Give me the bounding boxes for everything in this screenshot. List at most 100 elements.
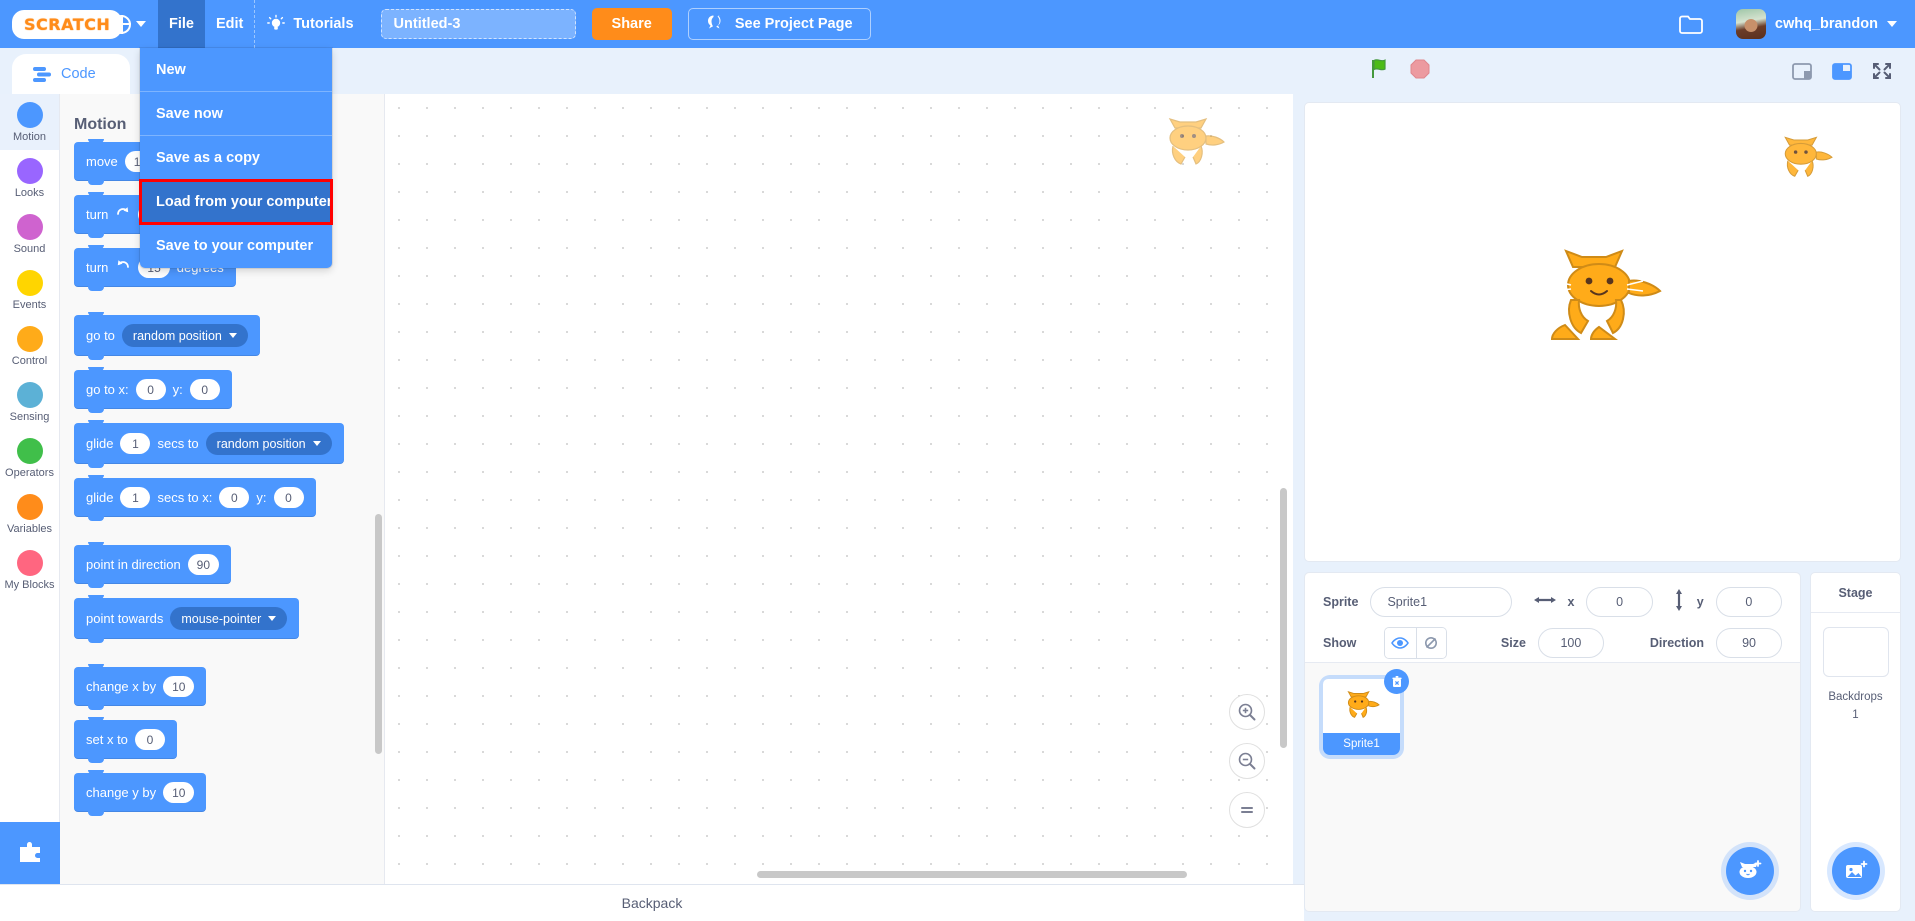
file-menu-item-save-as-copy[interactable]: Save as a copy: [140, 136, 332, 180]
sprite-y-input[interactable]: 0: [1715, 587, 1783, 617]
sprite-direction-input[interactable]: 90: [1716, 628, 1782, 658]
workspace-vertical-scrollbar[interactable]: [1280, 488, 1287, 748]
sidebar-item-events[interactable]: Events: [0, 262, 59, 318]
sidebar-item-motion[interactable]: Motion: [0, 94, 59, 150]
block-text: secs to: [157, 436, 199, 451]
show-sprite-button[interactable]: [1385, 628, 1416, 658]
block-dropdown-target[interactable]: mouse-pointer: [170, 607, 288, 630]
zoom-reset-button[interactable]: [1229, 792, 1265, 828]
share-button[interactable]: Share: [591, 8, 672, 40]
block-text: y:: [256, 490, 267, 505]
turn-right-icon: [115, 205, 131, 224]
code-workspace[interactable]: [385, 94, 1293, 884]
small-stage-button[interactable]: [1785, 56, 1819, 86]
menu-edit[interactable]: Edit: [205, 0, 254, 48]
menu-tutorials[interactable]: Tutorials: [254, 0, 364, 48]
block-text: turn: [86, 260, 109, 275]
block-input-x[interactable]: 0: [134, 729, 165, 750]
stage-corner-cat-icon: [1774, 131, 1838, 187]
account-menu[interactable]: cwhq_brandon: [1722, 0, 1915, 48]
green-flag-button[interactable]: [1368, 56, 1394, 87]
see-project-page-button[interactable]: See Project Page: [687, 8, 871, 40]
block-dropdown-target[interactable]: random position: [205, 432, 332, 455]
delete-sprite-button[interactable]: [1384, 669, 1409, 694]
sidebar-item-looks[interactable]: Looks: [0, 150, 59, 206]
category-color-dot: [16, 437, 43, 464]
sidebar-item-control[interactable]: Control: [0, 318, 59, 374]
eye-slash-icon: [1425, 637, 1438, 649]
block-change-x-by[interactable]: change x by 10: [74, 664, 207, 710]
block-input-y[interactable]: 0: [189, 379, 220, 400]
category-color-dot: [16, 157, 43, 184]
category-label: Motion: [12, 130, 47, 143]
stage-sprite-scratch-cat[interactable]: [1547, 241, 1665, 356]
tab-code[interactable]: Code: [12, 54, 130, 94]
file-menu-item-save-to-computer[interactable]: Save to your computer: [140, 224, 332, 268]
file-menu-item-label: Save as a copy: [156, 149, 260, 166]
sidebar-item-operators[interactable]: Operators: [0, 430, 59, 486]
sprite-x-input[interactable]: 0: [1586, 587, 1653, 617]
sprite-name-input[interactable]: Sprite1: [1370, 587, 1512, 617]
stage[interactable]: [1304, 102, 1901, 562]
block-input-secs[interactable]: 1: [120, 433, 151, 454]
stop-sign-icon: [1410, 59, 1430, 78]
block-go-to-xy[interactable]: go to x: 0 y: 0: [74, 367, 232, 413]
green-flag-icon: [1372, 58, 1386, 78]
large-stage-button[interactable]: [1825, 56, 1859, 86]
block-glide-to[interactable]: glide 1 secs to random position: [74, 420, 344, 468]
file-menu-item-load-from-computer[interactable]: Load from your computer: [139, 179, 333, 225]
sidebar-item-sensing[interactable]: Sensing: [0, 374, 59, 430]
zoom-out-button[interactable]: [1229, 743, 1265, 779]
backpack-label: Backpack: [621, 895, 683, 911]
block-input-direction[interactable]: 90: [187, 554, 220, 575]
block-input-x[interactable]: 0: [135, 379, 166, 400]
block-input-x[interactable]: 0: [219, 487, 250, 508]
sidebar-item-my-blocks[interactable]: My Blocks: [0, 542, 59, 598]
menu-bar: SCRATCH File Edit Tutorials Untitled-3 S…: [0, 0, 1915, 48]
block-set-x-to[interactable]: set x to 0: [74, 717, 177, 763]
folder-icon: [1678, 14, 1704, 35]
block-glide-to-xy[interactable]: glide 1 secs to x: 0 y: 0: [74, 475, 316, 521]
sprite-size-input[interactable]: 100: [1537, 628, 1604, 658]
lightbulb-icon: [266, 14, 286, 34]
sidebar-item-variables[interactable]: Variables: [0, 486, 59, 542]
zoom-in-button[interactable]: [1229, 694, 1265, 730]
category-color-dot: [16, 493, 43, 520]
trash-icon: [1391, 675, 1402, 687]
add-sprite-icon: [1739, 860, 1762, 878]
block-point-towards[interactable]: point towards mouse-pointer: [74, 595, 300, 643]
palette-scrollbar[interactable]: [375, 514, 382, 754]
menu-file[interactable]: File: [158, 0, 205, 48]
zoom-reset-icon: [1241, 807, 1253, 813]
dropdown-value: mouse-pointer: [181, 611, 262, 626]
stage-backdrop-thumbnail[interactable]: [1822, 627, 1889, 677]
turn-left-icon: [115, 258, 131, 277]
block-change-y-by[interactable]: change y by 10: [74, 770, 207, 816]
block-go-to[interactable]: go to random position: [74, 312, 260, 360]
fullscreen-button[interactable]: [1865, 56, 1899, 86]
my-stuff-button[interactable]: [1660, 14, 1722, 35]
add-backdrop-button[interactable]: [1831, 847, 1880, 895]
backpack-bar[interactable]: Backpack: [0, 884, 1304, 921]
category-color-dot: [16, 213, 43, 240]
hide-sprite-button[interactable]: [1415, 628, 1446, 658]
file-menu-item-new[interactable]: New: [140, 48, 332, 92]
sprite-name-value: Sprite1: [1387, 595, 1428, 609]
block-input-dx[interactable]: 10: [163, 676, 195, 697]
project-title-input[interactable]: Untitled-3: [380, 9, 576, 39]
block-input-dy[interactable]: 10: [163, 782, 195, 803]
block-input-secs[interactable]: 1: [120, 487, 151, 508]
block-point-in-direction[interactable]: point in direction 90: [74, 542, 232, 588]
file-menu-item-save-now[interactable]: Save now: [140, 92, 332, 136]
language-selector[interactable]: [100, 0, 158, 48]
stop-button[interactable]: [1408, 57, 1432, 86]
block-input-y[interactable]: 0: [273, 487, 304, 508]
category-label: Control: [11, 354, 48, 367]
scratch-logo[interactable]: SCRATCH: [0, 0, 123, 48]
add-extension-button[interactable]: [0, 822, 60, 884]
add-sprite-button[interactable]: [1726, 847, 1774, 895]
block-dropdown-target[interactable]: random position: [121, 324, 248, 347]
sprite-item-sprite1[interactable]: Sprite1: [1323, 669, 1409, 755]
sidebar-item-sound[interactable]: Sound: [0, 206, 59, 262]
workspace-horizontal-scrollbar[interactable]: [757, 871, 1187, 878]
